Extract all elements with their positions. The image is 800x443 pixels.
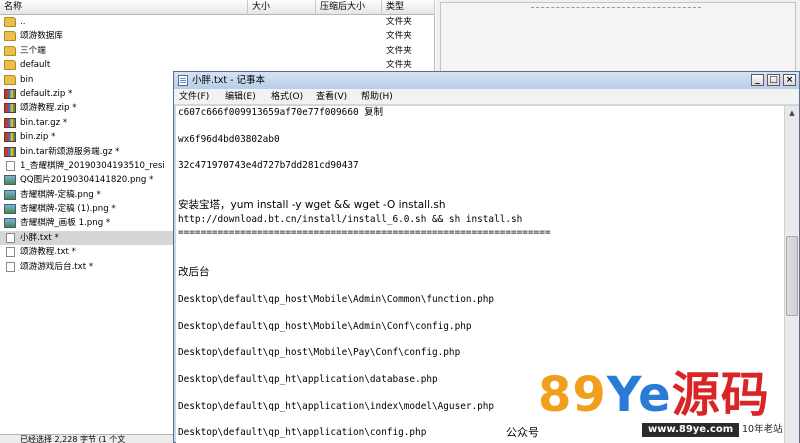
column-header-packed-size[interactable]: 压缩后大小 [316,0,382,15]
file-name: bin.tar.gz * [20,117,68,128]
notepad-icon [178,75,188,86]
text-line: Desktop\default\qp_ht\application\index\… [178,400,495,412]
text-line: ========================================… [178,227,551,239]
folder-icon [4,31,16,42]
text-line: Desktop\default\qp_ht\application\databa… [178,374,438,385]
menu-bar: 文件(F) 编辑(E) 格式(O) 查看(V) 帮助(H) [174,89,799,105]
window-title: 小胖.txt - 记事本 [192,75,266,86]
file-name: 颂游数据库 [20,31,63,42]
folder-icon [4,17,16,27]
text-line: wx6f96d4bd03802ab0 [178,133,280,145]
text-line: http://download.bt.cn/install/install_6.… [178,213,523,225]
column-header-size[interactable]: 大小 [248,0,316,15]
file-name: default [20,60,51,71]
scroll-up-icon[interactable]: ▲ [786,106,798,120]
archive-icon [4,146,16,157]
file-name: 杏耀棋牌_画板 1.png * [20,218,111,229]
brand-logo: 89Ye源码 [538,367,770,423]
archive-icon [4,132,16,143]
archive-icon [4,103,16,114]
folder-icon [4,45,16,56]
file-name: bin.zip * [20,132,56,143]
column-header-name[interactable]: 名称 [0,0,248,15]
file-name: 颂游游戏后台.txt * [20,261,94,272]
file-name: 颂游教程.txt * [20,247,76,258]
file-name: 1_杏耀棋牌_20190304193510_resi [20,160,165,171]
image-file-icon [4,189,16,200]
file-name: 小胖.txt * [20,232,59,243]
notepad-titlebar[interactable]: 小胖.txt - 记事本 _ □ × [174,72,799,89]
image-file-icon [4,175,16,186]
folder-icon [4,60,16,71]
menu-help[interactable]: 帮助(H) [361,91,393,103]
text-line: 改后台 [178,266,210,279]
file-name: 三个端 [20,45,46,56]
folder-icon [4,74,16,85]
image-file-icon [4,204,16,215]
file-name: .. [20,17,26,27]
image-file-icon [4,218,16,229]
text-line: 32c471970743e4d727b7dd281cd90437 [178,160,359,172]
file-row[interactable]: 颂游数据库 文件夹 [0,29,435,43]
column-header-type[interactable]: 类型 [382,0,435,15]
text-line: 安装宝塔，yum install -y wget && wget -O inst… [178,199,446,212]
scroll-thumb[interactable] [786,236,798,316]
text-line: Desktop\default\qp_host\Mobile\Pay\Conf\… [178,347,461,359]
text-file-icon [6,261,15,272]
file-name: bin [20,74,34,85]
text-line: c607c666f009913659af70e77f009660 复制 [178,107,384,118]
file-name: 杏耀棋牌-定稿.png * [20,189,101,200]
close-icon[interactable]: × [783,74,796,86]
text-line: Desktop\default\qp_host\Mobile\Admin\Com… [178,293,495,305]
text-line: Desktop\default\qp_ht\application\config… [178,427,427,439]
text-file-icon [6,247,15,258]
file-name: 颂游教程.zip * [20,103,77,114]
menu-view[interactable]: 查看(V) [316,91,347,103]
file-type: 文件夹 [386,31,412,42]
minimize-icon[interactable]: _ [751,74,764,86]
text-file-icon [6,160,15,171]
file-row[interactable]: .. 文件夹 [0,15,435,29]
preview-separator [531,7,701,8]
archive-icon [4,117,16,128]
file-name: 杏耀棋牌-定稿 (1).png * [20,204,116,215]
maximize-icon[interactable]: □ [767,74,780,86]
watermark-url: www.89ye.com [642,423,740,437]
menu-edit[interactable]: 编辑(E) [225,91,256,103]
file-name: bin.tar新颂游服务端.gz * [20,146,120,157]
menu-format[interactable]: 格式(O) [271,91,303,103]
menu-file[interactable]: 文件(F) [179,91,209,103]
file-name: QQ图片20190304141820.png * [20,175,154,186]
file-type: 文件夹 [386,45,412,56]
file-type: 文件夹 [386,17,412,27]
file-row[interactable]: 三个端 文件夹 [0,44,435,58]
watermark-logo: 89Ye源码 公众号 www.89ye.com 10年老站 [496,367,800,443]
text-file-icon [6,232,15,243]
text-line: Desktop\default\qp_host\Mobile\Admin\Con… [178,320,472,332]
file-name: default.zip * [20,88,73,99]
watermark-tagline: 10年老站 [742,424,783,435]
public-account-label: 公众号 [506,426,539,439]
archive-icon [4,88,16,99]
